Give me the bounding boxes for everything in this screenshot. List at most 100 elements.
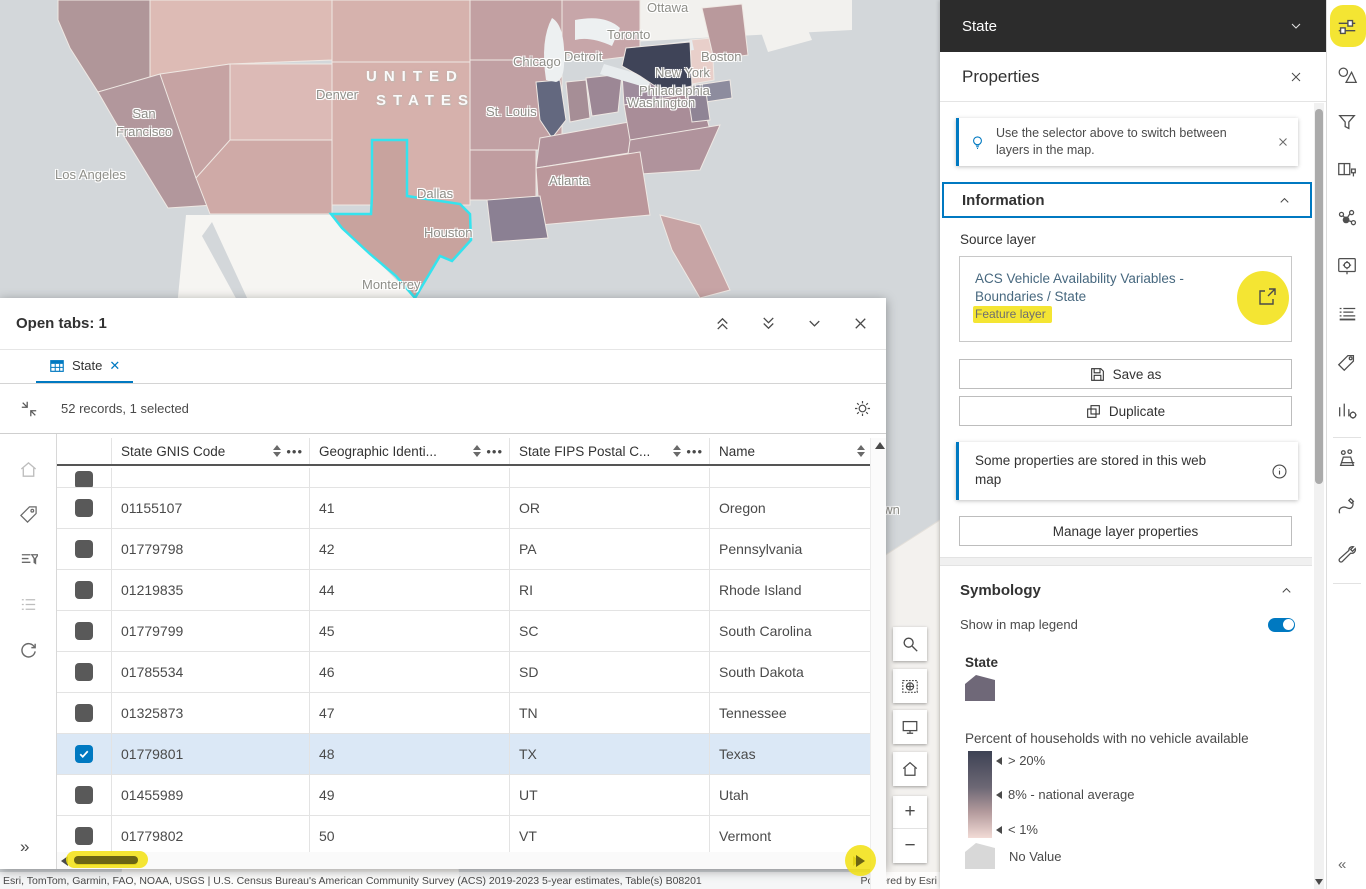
- search-icon: [901, 635, 919, 653]
- panel-scroll-thumb[interactable]: [1315, 109, 1323, 484]
- table-vertical-scrollbar[interactable]: [870, 438, 886, 889]
- close-icon[interactable]: [1288, 69, 1304, 85]
- color-ramp: [968, 751, 992, 838]
- manage-layer-properties-button[interactable]: Manage layer properties: [959, 516, 1292, 546]
- table-row[interactable]: 01779802 50 VT Vermont: [57, 816, 870, 857]
- column-menu-icon[interactable]: •••: [686, 444, 703, 459]
- table-settings-gear-icon[interactable]: [853, 399, 872, 418]
- row-checkbox[interactable]: [75, 827, 93, 845]
- duplicate-label: Duplicate: [1109, 404, 1165, 419]
- close-icon[interactable]: [851, 314, 870, 333]
- sort-icon[interactable]: [472, 444, 482, 458]
- information-section-header[interactable]: Information: [942, 182, 1312, 218]
- scroll-right-arrow-highlighted[interactable]: [856, 855, 865, 867]
- ramp-marker-icon: [996, 757, 1002, 765]
- table-row[interactable]: 01455989 49 UT Utah: [57, 775, 870, 816]
- row-checkbox[interactable]: [75, 581, 93, 599]
- row-checkbox[interactable]: [75, 471, 93, 487]
- home-extent-icon[interactable]: [19, 460, 38, 479]
- zoom-out-button[interactable]: −: [893, 829, 927, 862]
- labels-icon[interactable]: [1336, 351, 1358, 373]
- scroll-up-arrow[interactable]: [875, 442, 885, 449]
- cell-fips: TN: [510, 693, 710, 733]
- check-icon: [78, 748, 90, 760]
- info-icon[interactable]: [1271, 463, 1288, 480]
- expand-down-icon[interactable]: [759, 314, 778, 333]
- table-row[interactable]: 01219835 44 RI Rhode Island: [57, 570, 870, 611]
- column-menu-icon[interactable]: •••: [486, 444, 503, 459]
- chevron-down-icon[interactable]: [805, 314, 824, 333]
- sort-icon[interactable]: [856, 444, 866, 458]
- row-checkbox[interactable]: [75, 786, 93, 804]
- tools-wrench-icon[interactable]: [1336, 544, 1358, 566]
- map-extent-button[interactable]: [893, 710, 927, 744]
- open-external-link-icon[interactable]: [1257, 287, 1277, 307]
- fields-list-icon[interactable]: [19, 595, 38, 614]
- collapse-up-icon[interactable]: [713, 314, 732, 333]
- aggregation-icon[interactable]: [1336, 208, 1358, 230]
- table-row[interactable]: 01325873 47 TN Tennessee: [57, 693, 870, 734]
- cell-fips: RI: [510, 570, 710, 610]
- dismiss-hint-icon[interactable]: [1276, 135, 1290, 149]
- panel-scrollbar[interactable]: [1314, 103, 1324, 889]
- charts-icon[interactable]: [1336, 399, 1358, 421]
- zoom-to-selection-icon[interactable]: [0, 384, 57, 433]
- panel-scroll-down-arrow[interactable]: [1315, 879, 1323, 885]
- column-header[interactable]: Name: [710, 438, 870, 464]
- edit-styles-icon[interactable]: [1336, 64, 1358, 86]
- column-menu-icon[interactable]: •••: [286, 444, 303, 459]
- show-selection-icon[interactable]: [19, 550, 38, 569]
- sort-icon[interactable]: [672, 444, 682, 458]
- filter-icon[interactable]: [1336, 111, 1358, 133]
- table-row-selected[interactable]: 01779801 48 TX Texas: [57, 734, 870, 775]
- column-header[interactable]: Geographic Identi... •••: [310, 438, 510, 464]
- country-label-line1: UNITED: [366, 68, 464, 85]
- table-header-row: State GNIS Code ••• Geographic Identi...…: [57, 438, 870, 466]
- city-label: Los Angeles: [55, 167, 126, 182]
- row-checkbox[interactable]: [75, 499, 93, 517]
- row-checkbox[interactable]: [75, 663, 93, 681]
- analysis-icon[interactable]: [1336, 448, 1358, 470]
- cell-name: South Dakota: [710, 652, 870, 692]
- map-search-button[interactable]: [893, 627, 927, 661]
- ramp-title: Percent of households with no vehicle av…: [965, 731, 1249, 746]
- source-layer-title[interactable]: ACS Vehicle Availability Variables - Bou…: [975, 270, 1247, 306]
- map-basemap-button[interactable]: [893, 669, 927, 703]
- select-all-header[interactable]: [57, 438, 112, 464]
- symbology-section-header[interactable]: Symbology: [942, 572, 1312, 608]
- refresh-icon[interactable]: [19, 640, 38, 659]
- scroll-left-arrow[interactable]: [61, 856, 68, 866]
- layer-selector[interactable]: State: [940, 0, 1326, 52]
- cell-name: South Carolina: [710, 611, 870, 651]
- fields-icon[interactable]: [1336, 303, 1358, 325]
- popups-icon[interactable]: [1336, 255, 1358, 277]
- column-header[interactable]: State GNIS Code •••: [112, 438, 310, 464]
- duplicate-button[interactable]: Duplicate: [959, 396, 1292, 426]
- row-checkbox-checked[interactable]: [75, 745, 93, 763]
- save-as-button[interactable]: Save as: [959, 359, 1292, 389]
- tag-icon[interactable]: [19, 505, 38, 524]
- legend-toggle-switch[interactable]: [1268, 618, 1295, 632]
- zoom-in-button[interactable]: +: [893, 796, 927, 829]
- table-horizontal-scrollbar[interactable]: [57, 852, 870, 869]
- row-checkbox[interactable]: [75, 622, 93, 640]
- stored-properties-note: Some properties are stored in this web m…: [956, 442, 1298, 500]
- table-row[interactable]: 01155107 41 OR Oregon: [57, 488, 870, 529]
- tab-close-icon[interactable]: ✕: [109, 358, 120, 374]
- section-divider: [940, 557, 1312, 566]
- row-checkbox[interactable]: [75, 704, 93, 722]
- row-checkbox[interactable]: [75, 540, 93, 558]
- table-row-partial[interactable]: [57, 468, 870, 488]
- sort-icon[interactable]: [272, 444, 282, 458]
- tab-state[interactable]: State ✕: [36, 350, 133, 383]
- table-row[interactable]: 01779799 45 SC South Carolina: [57, 611, 870, 652]
- effects-icon[interactable]: [1336, 159, 1358, 181]
- column-header[interactable]: State FIPS Postal C... •••: [510, 438, 710, 464]
- map-home-button[interactable]: [893, 752, 927, 786]
- table-row[interactable]: 01785534 46 SD South Dakota: [57, 652, 870, 693]
- table-row[interactable]: 01779798 42 PA Pennsylvania: [57, 529, 870, 570]
- properties-sliders-icon[interactable]: [1336, 16, 1358, 38]
- collapse-sidebar-icon[interactable]: «: [1338, 856, 1346, 873]
- sketch-icon[interactable]: [1336, 495, 1358, 517]
- expand-rail-icon[interactable]: »: [20, 837, 29, 857]
